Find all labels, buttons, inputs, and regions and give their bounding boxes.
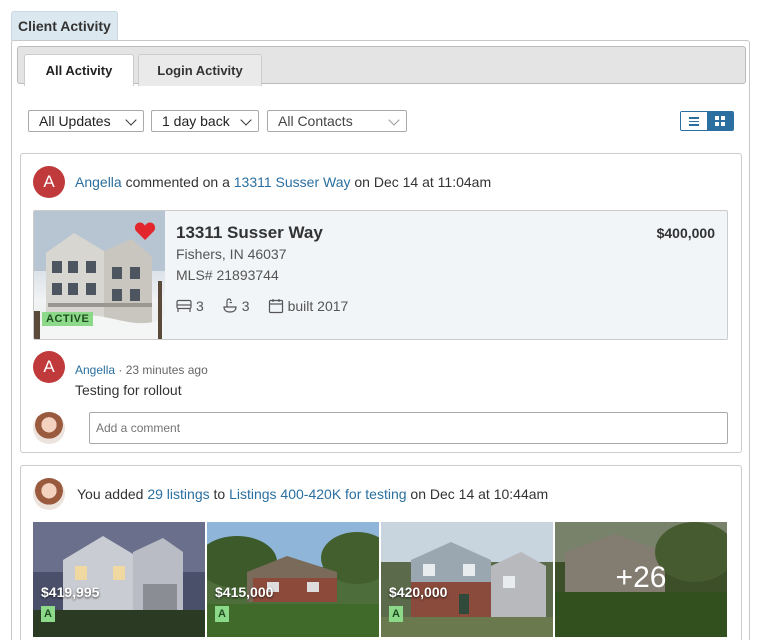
avatar [33, 478, 65, 510]
house-photo [33, 522, 205, 637]
calendar-icon [268, 299, 283, 314]
listing-group-link[interactable]: Listings 400-420K for testing [229, 486, 406, 502]
tab-all-activity[interactable]: All Activity [24, 54, 134, 86]
listing-thumbnail[interactable]: $415,000 A [207, 522, 379, 637]
comment-meta: Angella · 23 minutes ago [75, 363, 208, 377]
thumb-price: $420,000 [389, 584, 448, 600]
listing-mls: MLS# 21893744 [176, 267, 279, 283]
contacts-filter-value: All Contacts [278, 113, 353, 129]
chevron-down-icon [388, 114, 400, 126]
comment-input[interactable] [89, 412, 728, 444]
avatar[interactable]: A [33, 166, 65, 198]
listing-city: Fishers, IN 46037 [176, 246, 287, 262]
activity-time: on Dec 14 at 11:04am [350, 174, 492, 190]
activity-summary: Angella commented on a 13311 Susser Way … [75, 174, 491, 190]
baths-count: 3 [241, 298, 250, 314]
listings-count-link[interactable]: 29 listings [147, 486, 209, 502]
status-badge: A [389, 606, 403, 622]
status-badge: A [41, 606, 55, 622]
view-toggle [680, 111, 734, 131]
activity-prefix: You added [77, 486, 148, 502]
built-year: built 2017 [287, 298, 349, 314]
days-filter-select[interactable]: 1 day back [151, 110, 259, 132]
listing-link[interactable]: 13311 Susser Way [234, 174, 351, 190]
activity-tabbar: All Activity Login Activity [17, 46, 746, 86]
house-photo [207, 522, 379, 637]
avatar[interactable]: A [33, 351, 65, 383]
activity-verb: commented on a [121, 174, 234, 190]
client-activity-tab[interactable]: Client Activity [11, 11, 118, 41]
status-badge: ACTIVE [42, 312, 94, 326]
listing-photo[interactable]: ACTIVE [34, 211, 165, 339]
comment-time: · 23 minutes ago [115, 363, 208, 377]
comment-text: Testing for rollout [75, 382, 182, 398]
activity-mid: to [209, 486, 230, 502]
thumb-price: $415,000 [215, 584, 274, 600]
listing-thumbnail[interactable]: $420,000 A [381, 522, 553, 637]
activity-time: on Dec 14 at 10:44am [406, 486, 549, 502]
grid-view-button[interactable] [707, 112, 733, 130]
contacts-filter-select[interactable]: All Contacts [267, 110, 407, 132]
bath-icon [223, 298, 237, 313]
updates-filter-value: All Updates [39, 113, 111, 129]
activity-card-listings-added: You added 29 listings to Listings 400-42… [20, 465, 742, 640]
status-badge: A [215, 606, 229, 622]
house-photo [381, 522, 553, 637]
listing-title[interactable]: 13311 Susser Way [176, 223, 323, 243]
list-view-button[interactable] [681, 112, 707, 130]
heart-icon[interactable] [134, 221, 156, 241]
comment-user-link[interactable]: Angella [75, 363, 115, 377]
days-filter-value: 1 day back [162, 113, 230, 129]
bed-icon [176, 299, 192, 312]
tab-login-activity[interactable]: Login Activity [138, 54, 262, 86]
beds-count: 3 [196, 298, 204, 314]
listing-thumbnail-more[interactable]: +26 [555, 522, 727, 637]
thumb-price: $419,995 [41, 584, 100, 600]
user-link[interactable]: Angella [75, 174, 122, 190]
activity-summary: You added 29 listings to Listings 400-42… [77, 486, 548, 502]
listing-price: $400,000 [656, 225, 715, 241]
updates-filter-select[interactable]: All Updates [28, 110, 144, 132]
listing-stats: 3 3 built 2017 [176, 298, 348, 314]
listing-thumbnail[interactable]: $419,995 A [33, 522, 205, 637]
chevron-down-icon [240, 114, 252, 126]
listing-thumbnails: $419,995 A $415,000 A $420,000 A +26 [33, 522, 727, 637]
client-activity-panel: All Activity Login Activity All Updates … [11, 40, 750, 640]
more-listings-count: +26 [555, 522, 727, 637]
listing-card[interactable]: ACTIVE 13311 Susser Way Fishers, IN 4603… [33, 210, 728, 340]
chevron-down-icon [125, 114, 137, 126]
activity-card-comment: A Angella commented on a 13311 Susser Wa… [20, 153, 742, 453]
avatar [33, 412, 65, 444]
